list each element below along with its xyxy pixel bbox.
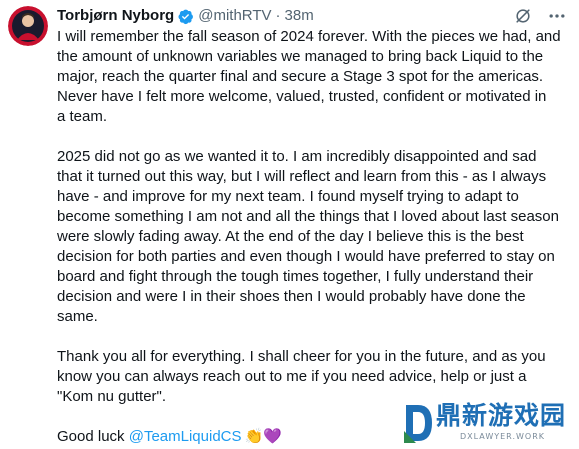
text-line: 2025 did not go as we wanted it to. I am… bbox=[57, 148, 537, 165]
more-options-icon[interactable] bbox=[545, 4, 569, 28]
text-line: a team. bbox=[57, 108, 108, 125]
watermark-logo-icon bbox=[402, 401, 436, 445]
text-line: were slowly fading away. At the end of t… bbox=[57, 228, 524, 245]
text-line: decision for both parties and even thoug… bbox=[57, 248, 555, 265]
paragraph: I will remember the fall season of 2024 … bbox=[57, 27, 573, 127]
text-line: same. bbox=[57, 308, 98, 325]
author-handle[interactable]: @mithRTV bbox=[198, 6, 271, 26]
closing-text: Good luck bbox=[57, 428, 129, 445]
watermark: 鼎新游戏园 DXLAWYER.WORK bbox=[402, 399, 570, 447]
watermark-title: 鼎新游戏园 bbox=[436, 401, 567, 430]
timestamp[interactable]: 38m bbox=[285, 6, 314, 26]
grok-icon[interactable] bbox=[511, 4, 535, 28]
avatar[interactable] bbox=[8, 6, 48, 46]
paragraph: 2025 did not go as we wanted it to. I am… bbox=[57, 147, 573, 327]
text-line: that it turned out this way, but I will … bbox=[57, 168, 547, 185]
text-line: Never have I felt more welcome, valued, … bbox=[57, 88, 547, 105]
tweet: Torbjørn Nyborg @mithRTV · 38m I will re… bbox=[0, 0, 579, 449]
text-line: become something I am not and all the th… bbox=[57, 208, 559, 225]
tweet-body: I will remember the fall season of 2024 … bbox=[57, 27, 573, 447]
text-line: I will remember the fall season of 2024 … bbox=[57, 28, 561, 45]
text-line: major, reach the quarter final and secur… bbox=[57, 68, 544, 85]
text-line: the amount of unknown variables we manag… bbox=[57, 48, 544, 65]
paragraph: Thank you all for everything. I shall ch… bbox=[57, 347, 573, 407]
text-line: decision and were I in their shoes then … bbox=[57, 288, 526, 305]
text-line: have - and improve for my next team. I f… bbox=[57, 188, 519, 205]
tweet-header: Torbjørn Nyborg @mithRTV · 38m bbox=[57, 6, 314, 26]
mention-link[interactable]: @TeamLiquidCS bbox=[129, 428, 242, 445]
text-line: know you can always reach out to me if y… bbox=[57, 368, 527, 385]
verified-badge-icon bbox=[177, 8, 194, 25]
author-name[interactable]: Torbjørn Nyborg bbox=[57, 6, 174, 26]
clapping-heart-emoji: 👏💜 bbox=[244, 428, 282, 445]
text-line: Thank you all for everything. I shall ch… bbox=[57, 348, 546, 365]
text-line: board and fight through the tough times … bbox=[57, 268, 534, 285]
watermark-subtitle: DXLAWYER.WORK bbox=[460, 432, 545, 441]
separator-dot: · bbox=[275, 7, 281, 24]
tweet-actions bbox=[501, 4, 569, 28]
